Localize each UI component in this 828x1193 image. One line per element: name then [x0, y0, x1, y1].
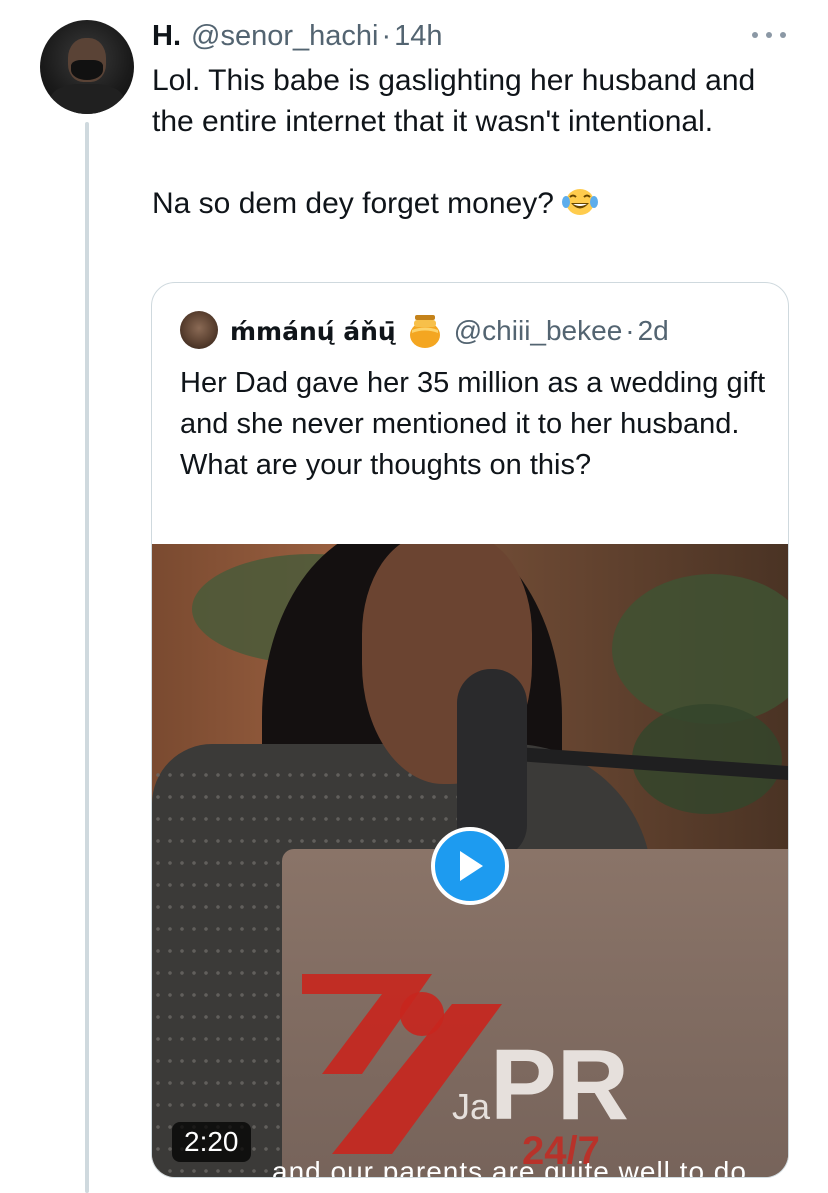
play-icon: [460, 851, 483, 881]
separator-dot: ·: [381, 19, 392, 52]
honey-pot-icon: [409, 315, 440, 348]
tweet-header: H. @senor_hachi · 14h: [152, 18, 443, 54]
more-options-icon[interactable]: [752, 24, 786, 46]
quoted-tweet-time[interactable]: 2d: [638, 315, 669, 347]
author-handle[interactable]: @senor_hachi: [191, 20, 378, 53]
tweet-text-body: Lol. This babe is gaslighting her husban…: [152, 64, 756, 220]
quoted-author-name[interactable]: ḿmánų́ áňų̄: [230, 317, 396, 346]
quoted-separator-dot: ·: [625, 315, 635, 346]
quoted-author-avatar[interactable]: [180, 311, 218, 349]
author-avatar[interactable]: [40, 20, 134, 114]
background-plant: [612, 574, 788, 724]
video-player[interactable]: Ja PR 24/7 2:20 and our parents are quit…: [152, 544, 788, 1177]
japr-logo: Ja PR 24/7: [302, 974, 629, 1164]
logo-brand: PR: [490, 1029, 629, 1141]
tweet-text: Lol. This babe is gaslighting her husban…: [152, 60, 772, 224]
quoted-author-handle[interactable]: @chiii_bekee: [454, 315, 623, 347]
quoted-tweet[interactable]: ḿmánų́ áňų̄ @chiii_bekee · 2d Her Dad ga…: [151, 282, 789, 1178]
video-duration: 2:20: [172, 1122, 251, 1162]
logo-prefix: Ja: [452, 1086, 491, 1127]
author-name[interactable]: H.: [152, 20, 181, 53]
tweet-time[interactable]: 14h: [394, 20, 442, 53]
face-with-tears-of-joy-icon: [562, 189, 599, 215]
quoted-tweet-header: ḿmánų́ áňų̄ @chiii_bekee · 2d: [230, 311, 669, 351]
video-caption: and our parents are quite well to do: [272, 1156, 747, 1177]
play-button[interactable]: [431, 827, 509, 905]
thread-line: [85, 122, 89, 1193]
quoted-tweet-text: Her Dad gave her 35 million as a wedding…: [180, 367, 774, 481]
